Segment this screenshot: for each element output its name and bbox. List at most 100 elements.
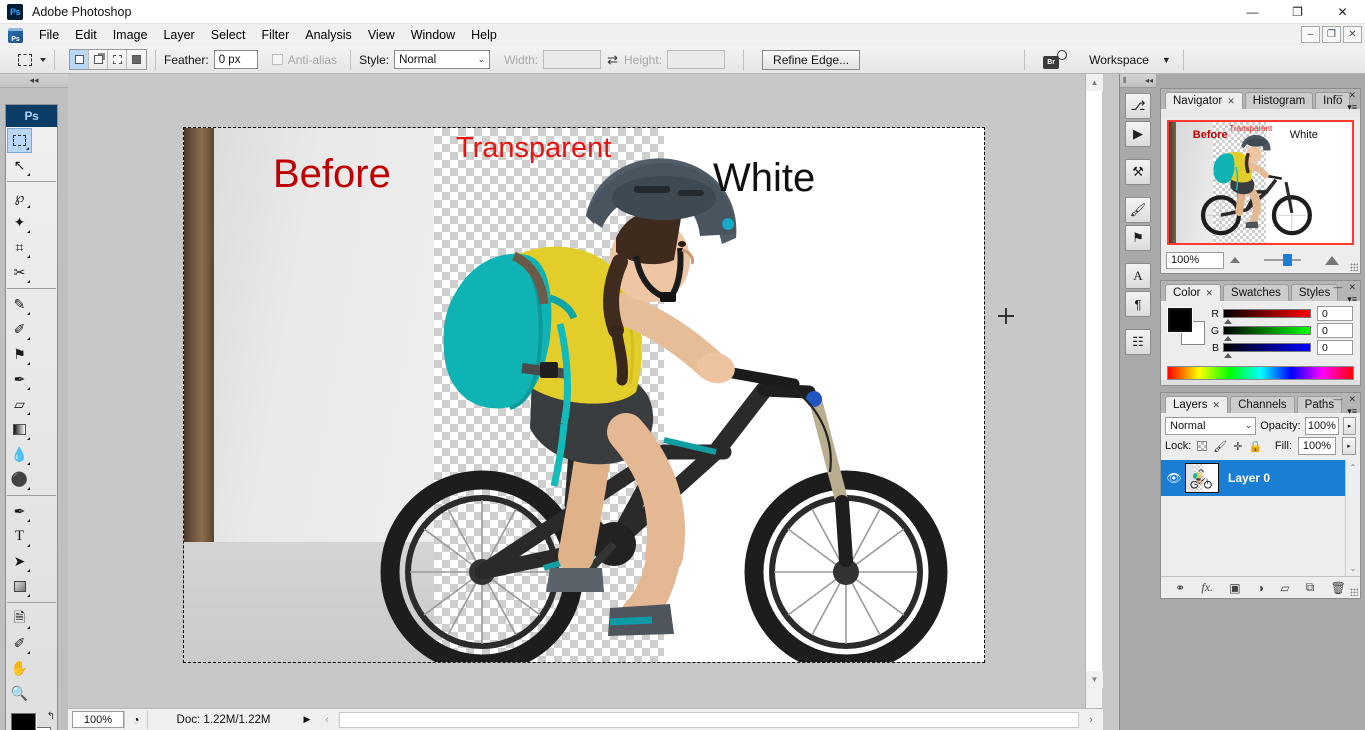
lock-all-icon[interactable]: 🔒 (1248, 440, 1262, 453)
feather-input[interactable]: 0 px (213, 50, 258, 69)
menu-item-edit[interactable]: Edit (67, 25, 105, 45)
delete-layer-icon[interactable]: 🗑 (1331, 581, 1346, 595)
tool-brush[interactable]: ✐ (7, 317, 32, 342)
tab-navigator-close-icon[interactable]: ✕ (1227, 96, 1235, 107)
tab-styles[interactable]: Styles (1290, 284, 1339, 301)
tool-zoom[interactable]: 🔍 (7, 681, 32, 706)
width-input[interactable] (543, 50, 602, 69)
tool-path-selection[interactable]: ➤ (7, 549, 32, 574)
layer-scroll-down-arrow[interactable]: ⌄ (1350, 564, 1357, 576)
menu-item-view[interactable]: View (360, 25, 403, 45)
layer-comps-icon[interactable]: ☷ (1125, 329, 1151, 355)
new-group-icon[interactable]: ▱ (1280, 581, 1289, 595)
new-selection-button[interactable] (70, 50, 89, 69)
color-close-button[interactable]: ✕ (1348, 282, 1356, 293)
window-maximize-button[interactable]: ❐ (1275, 0, 1320, 24)
fill-stepper-arrow[interactable]: ▸ (1342, 437, 1356, 455)
opacity-stepper-arrow[interactable]: ▸ (1343, 416, 1356, 435)
menu-item-help[interactable]: Help (463, 25, 505, 45)
layers-close-button[interactable]: ✕ (1348, 394, 1356, 405)
menu-item-filter[interactable]: Filter (253, 25, 297, 45)
lock-image-pixels-icon[interactable]: 🖌 (1213, 440, 1227, 453)
layer-style-icon[interactable]: fx. (1201, 580, 1213, 595)
swap-dimensions-icon[interactable]: ⇄ (607, 52, 618, 68)
foreground-color-swatch[interactable] (11, 713, 36, 730)
status-menu-play-icon[interactable]: ▶ (299, 714, 315, 725)
layer-row-layer-0[interactable]: 👁 Layer 0 (1161, 460, 1360, 496)
tab-color[interactable]: Color ✕ (1165, 284, 1222, 301)
channel-value-g[interactable]: 0 (1317, 323, 1353, 338)
image-canvas[interactable]: Before Transparent White (183, 127, 985, 663)
tab-layers-close-icon[interactable]: ✕ (1213, 400, 1221, 411)
tool-type[interactable]: T (7, 524, 32, 549)
layer-thumbnail[interactable] (1185, 463, 1219, 493)
workspace-chevron-down-icon[interactable]: ▼ (1162, 55, 1171, 65)
tool-history-brush[interactable]: ✒ (7, 367, 32, 392)
color-foreground-swatch[interactable] (1167, 307, 1193, 333)
tool-pen[interactable]: ✒ (7, 499, 32, 524)
tool-healing-brush[interactable]: ✎ (7, 292, 32, 317)
paragraph-icon[interactable]: ¶ (1125, 291, 1151, 317)
intersect-with-selection-button[interactable] (127, 50, 146, 69)
refine-edge-button[interactable]: Refine Edge... (762, 49, 861, 70)
current-tool-icon[interactable] (14, 50, 36, 70)
tab-color-close-icon[interactable]: ✕ (1205, 288, 1213, 299)
tool-move[interactable]: ↖ (7, 153, 32, 178)
scroll-down-arrow[interactable]: ▼ (1086, 671, 1103, 688)
channel-track-r[interactable] (1223, 309, 1311, 324)
navigator-thumbnail[interactable]: Before Transparent White (1167, 119, 1354, 245)
workspace-label[interactable]: Workspace (1089, 53, 1149, 67)
channel-value-b[interactable]: 0 (1317, 340, 1353, 355)
zoom-level-field[interactable]: 100% (72, 711, 124, 728)
tool-lasso[interactable]: ℘ (7, 185, 32, 210)
animation-icon[interactable]: ▶ (1125, 121, 1151, 147)
navigator-panel-menu-icon[interactable]: ▾≡ (1347, 102, 1357, 113)
layer-list-scrollbar[interactable]: ⌃ ⌄ (1345, 460, 1360, 576)
document-restore-button[interactable]: ❐ (1322, 26, 1341, 43)
anti-alias-checkbox[interactable]: Anti-alias (271, 53, 342, 67)
tool-clone-stamp[interactable]: ⚑ (7, 342, 32, 367)
lock-position-icon[interactable]: ✛ (1233, 440, 1242, 453)
swap-colors-icon[interactable]: ↰ (47, 711, 55, 722)
channel-slider-g[interactable]: G 0 (1209, 323, 1354, 341)
menu-item-layer[interactable]: Layer (155, 25, 202, 45)
canvas-vertical-scrollbar[interactable]: ▲ ▼ (1085, 74, 1103, 708)
tool-hand[interactable]: ✋ (7, 656, 32, 681)
channel-track-g[interactable] (1223, 326, 1311, 341)
tab-layers[interactable]: Layers ✕ (1165, 396, 1229, 413)
document-close-button[interactable]: ✕ (1343, 26, 1362, 43)
menu-item-image[interactable]: Image (105, 25, 156, 45)
canvas-scroll-area[interactable]: Before Transparent White (68, 74, 1103, 708)
tool-eyedropper[interactable]: ✐ (7, 631, 32, 656)
zoom-in-icon[interactable] (1325, 255, 1339, 265)
bridge-icon[interactable]: Br (1043, 50, 1068, 69)
navigator-close-button[interactable]: ✕ (1348, 90, 1356, 101)
tool-crop[interactable]: ⌗ (7, 235, 32, 260)
tool-rectangle-shape[interactable] (7, 574, 32, 599)
tab-channels[interactable]: Channels (1230, 396, 1295, 413)
tool-magic-wand[interactable]: ✦ (7, 210, 32, 235)
opacity-value[interactable]: 100% (1304, 416, 1340, 435)
status-options-icon[interactable]: ◔ (124, 710, 148, 729)
tool-rectangular-marquee[interactable] (7, 128, 32, 153)
channel-value-r[interactable]: 0 (1317, 306, 1353, 321)
new-layer-icon[interactable]: ⧉ (1306, 580, 1315, 595)
scroll-up-arrow[interactable]: ▲ (1086, 74, 1103, 91)
navigator-zoom-field[interactable]: 100% (1166, 251, 1224, 269)
horizontal-scroll-right-arrow[interactable]: › (1079, 714, 1103, 726)
panel-dock-collapse-button[interactable]: ◂◂ (1145, 76, 1153, 85)
height-input[interactable] (667, 50, 726, 69)
style-select[interactable]: Normal ⌄ (394, 50, 491, 69)
channel-slider-r[interactable]: R 0 (1209, 306, 1354, 324)
horizontal-scrollbar-track[interactable] (339, 711, 1079, 728)
add-to-selection-button[interactable] (89, 50, 108, 69)
layers-resize-grip[interactable] (1350, 588, 1358, 596)
tool-eraser[interactable]: ▱ (7, 392, 32, 417)
menu-item-select[interactable]: Select (203, 25, 254, 45)
tab-navigator[interactable]: Navigator ✕ (1165, 92, 1243, 109)
color-panel-menu-icon[interactable]: ▾≡ (1347, 294, 1357, 305)
horizontal-scroll-left-arrow[interactable]: ‹ (315, 714, 339, 726)
document-minimize-button[interactable]: – (1301, 26, 1320, 43)
adjustment-layer-icon[interactable]: ◑ (1257, 581, 1264, 595)
navigator-zoom-slider[interactable] (1246, 253, 1319, 267)
